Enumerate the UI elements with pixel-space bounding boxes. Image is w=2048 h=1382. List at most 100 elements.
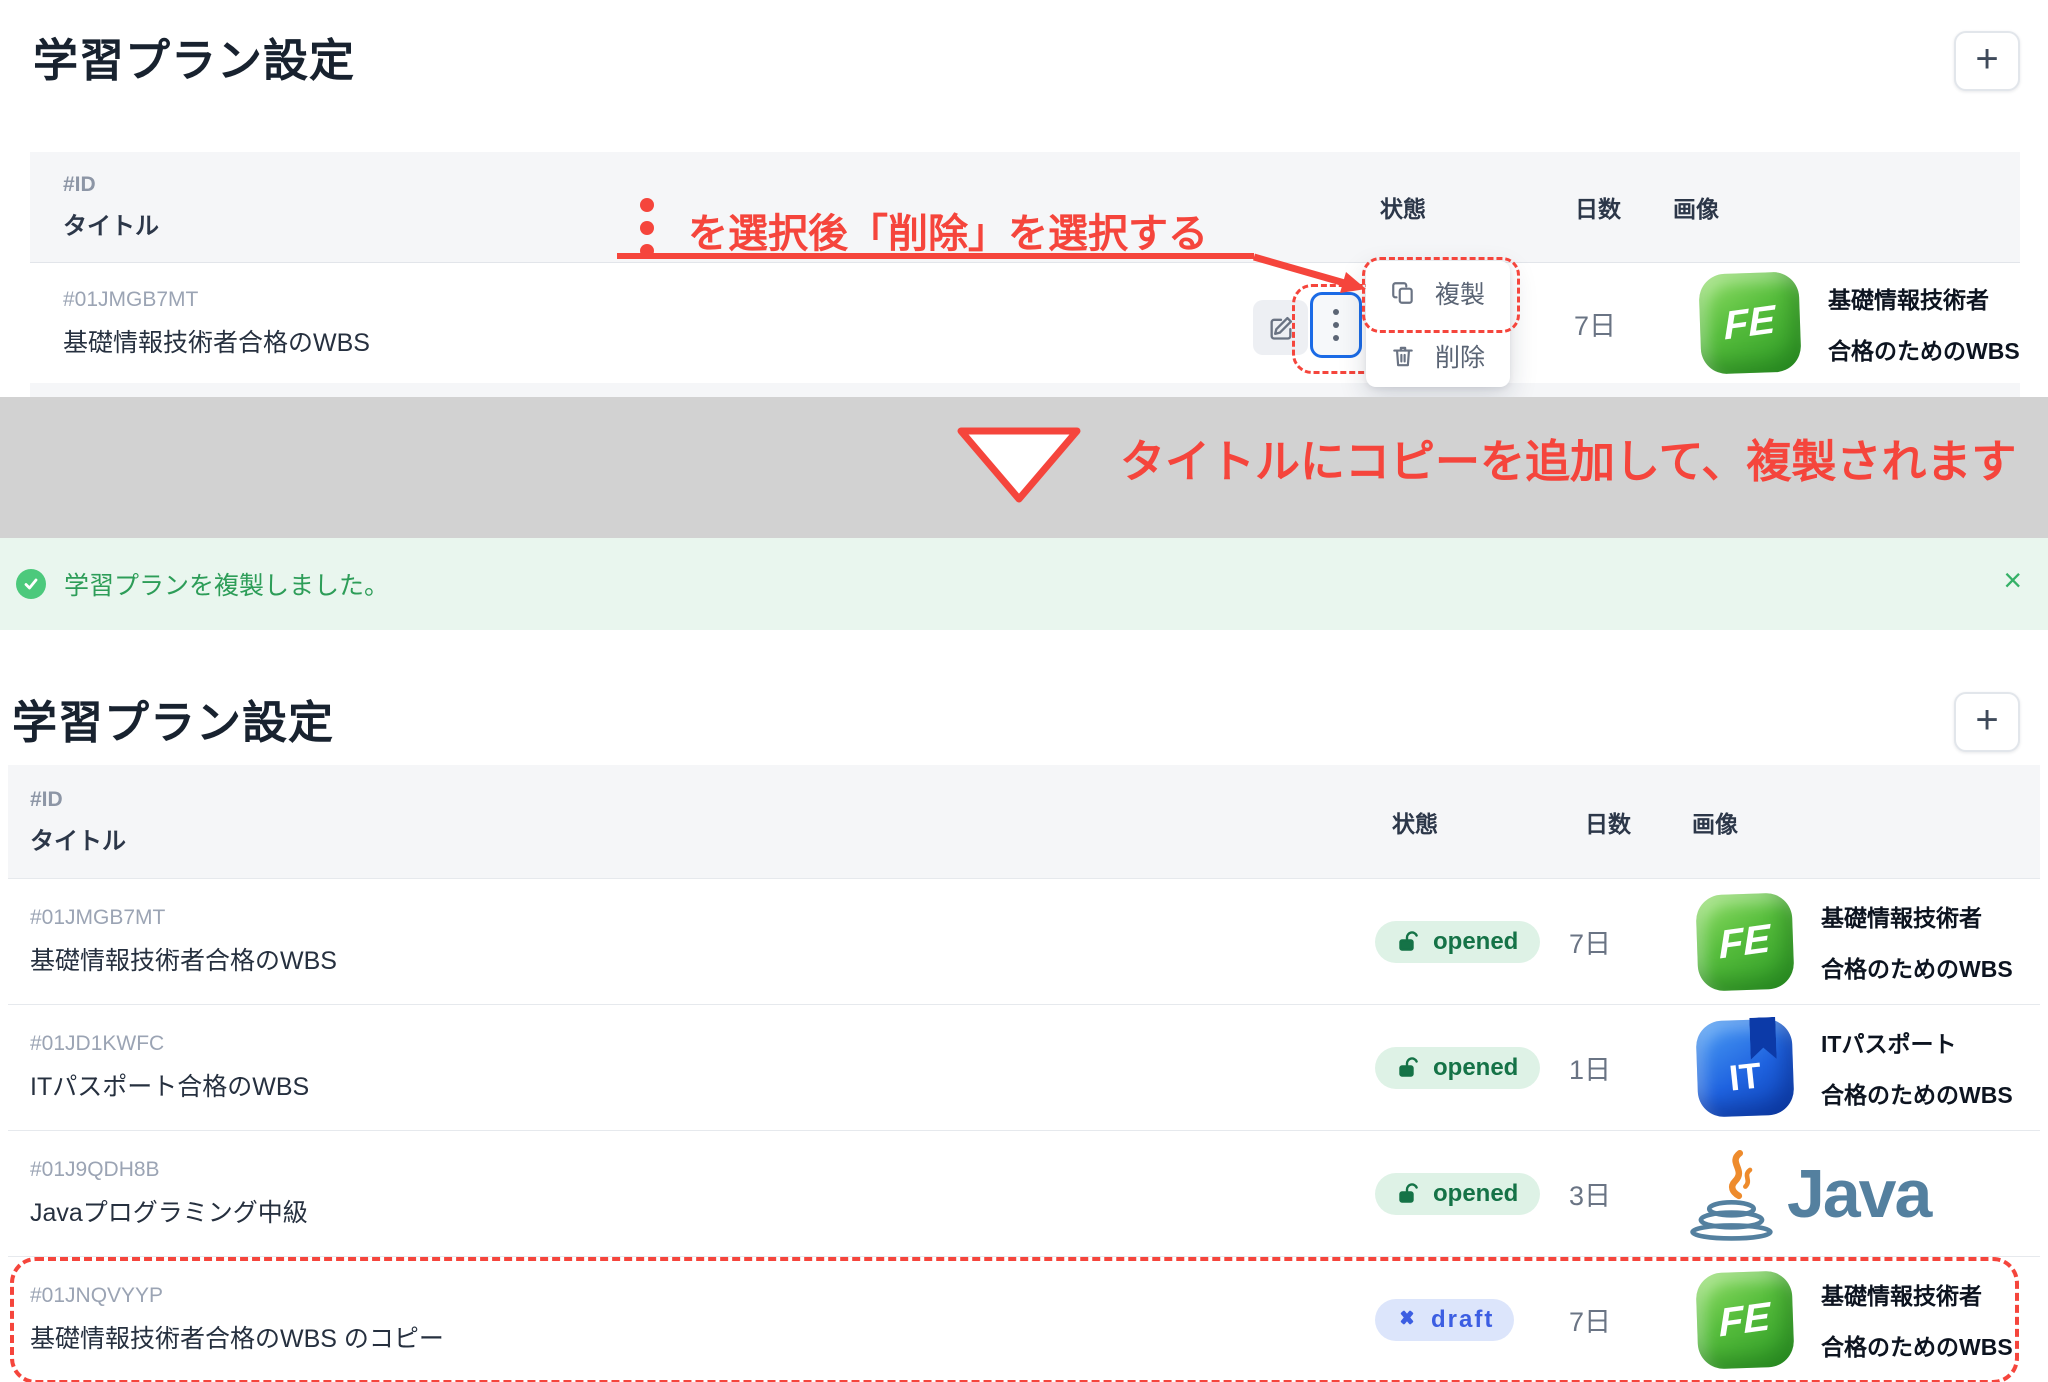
plan-image: Java — [1665, 1144, 2040, 1244]
plan-cell: #01JNQVYYP 基礎情報技術者合格のWBS のコピー — [30, 1284, 1375, 1355]
days-value: 7日 — [1565, 922, 1665, 961]
plan-id: #01J9QDH8B — [30, 1158, 1375, 1182]
lock-open-icon — [1397, 1182, 1421, 1206]
plans-table-before: #ID タイトル 状態 日数 画像 #01JMGB7MT 基礎情報技術者合格のW… — [30, 152, 2020, 397]
table-row: #01JNQVYYP 基礎情報技術者合格のWBS のコピー draft 7日 F… — [8, 1256, 2040, 1382]
plan-title: ITパスポート合格のWBS — [30, 1067, 1375, 1103]
plan-id: #01JMGB7MT — [63, 288, 1380, 312]
section-after: 学習プラン設定 + #ID タイトル 状態 日数 画像 #01JMGB7MT 基… — [0, 630, 2048, 1382]
image-caption-line1: 基礎情報技術者 — [1828, 281, 2020, 315]
days-value: 3日 — [1565, 1174, 1665, 1213]
toast-message: 学習プランを複製しました。 — [64, 566, 389, 602]
image-caption-line2: 合格のためのWBS — [1821, 1328, 2013, 1362]
table-row: #01JD1KWFC ITパスポート合格のWBS opened 1日 IT — [8, 1004, 2040, 1130]
toast-close-button[interactable]: × — [2003, 564, 2022, 596]
menu-item-delete[interactable]: 削除 — [1366, 324, 1510, 387]
add-plan-button[interactable]: + — [1954, 692, 2020, 752]
plans-table-after: #ID タイトル 状態 日数 画像 #01JMGB7MT 基礎情報技術者合格のW… — [8, 765, 2040, 1382]
kebab-menu-button[interactable] — [1310, 292, 1362, 358]
plan-image: FE 基礎情報技術者 合格のためのWBS — [1665, 1272, 2040, 1368]
plan-cell: #01JMGB7MT 基礎情報技術者合格のWBS — [30, 906, 1375, 977]
lock-open-icon — [1397, 930, 1421, 954]
status-badge: opened — [1375, 1047, 1540, 1089]
plan-cell: #01JMGB7MT 基礎情報技術者合格のWBS — [63, 288, 1380, 359]
status-label: opened — [1433, 1054, 1518, 1082]
plan-image: IT ITパスポート 合格のためのWBS — [1665, 1020, 2040, 1116]
column-image: 画像 — [1665, 805, 2040, 839]
success-toast: 学習プランを複製しました。 × — [0, 538, 2048, 630]
days-value: 1日 — [1565, 1048, 1665, 1087]
plan-title: Javaプログラミング中級 — [30, 1193, 1375, 1229]
edit-plan-button[interactable] — [1253, 300, 1308, 355]
table-row: #01JMGB7MT 基礎情報技術者合格のWBS 7日 FE 基礎情報技術者 合… — [30, 262, 2020, 383]
edit-icon — [1267, 314, 1295, 342]
plan-title: 基礎情報技術者合格のWBS — [63, 323, 1380, 359]
copy-icon — [1390, 280, 1416, 306]
plan-id: #01JNQVYYP — [30, 1284, 1375, 1308]
fe-letters: FE — [1719, 916, 1772, 968]
days-value: 7日 — [1570, 304, 1670, 343]
divider-band: タイトルにコピーを追加して、複製されます — [0, 397, 2048, 538]
java-wordmark: Java — [1787, 1155, 1930, 1233]
kebab-icon — [1333, 309, 1339, 341]
add-plan-button[interactable]: + — [1954, 31, 2020, 91]
plan-cell: #01J9QDH8B Javaプログラミング中級 — [30, 1158, 1375, 1229]
fe-letters: FE — [1724, 297, 1777, 349]
plan-title: 基礎情報技術者合格のWBS — [30, 941, 1375, 977]
page-title: 学習プラン設定 — [33, 24, 355, 89]
plan-title: 基礎情報技術者合格のWBS のコピー — [30, 1319, 1375, 1355]
plan-image: FE 基礎情報技術者 合格のためのWBS — [1665, 894, 2040, 990]
status-label: draft — [1431, 1306, 1494, 1334]
check-icon — [16, 569, 46, 599]
triangle-down-icon — [953, 423, 1085, 507]
status-badge: opened — [1375, 921, 1540, 963]
plus-icon: + — [1975, 700, 1998, 740]
image-caption-line1: ITパスポート — [1821, 1025, 2013, 1059]
status-badge: draft — [1375, 1299, 1514, 1341]
menu-item-duplicate-label: 複製 — [1435, 275, 1485, 311]
image-caption: 基礎情報技術者 合格のためのWBS — [1821, 1277, 2013, 1362]
fe-letters: FE — [1719, 1294, 1772, 1346]
plan-id: #01JD1KWFC — [30, 1032, 1375, 1056]
image-caption: 基礎情報技術者 合格のためのWBS — [1821, 899, 2013, 984]
column-status: 状態 — [1380, 190, 1570, 224]
context-menu: 複製 削除 — [1366, 261, 1510, 387]
plan-cell: #01JD1KWFC ITパスポート合格のWBS — [30, 1032, 1375, 1103]
table-footer-strip — [30, 383, 2020, 397]
annotation-text: を選択後「削除」を選択する — [688, 214, 1208, 254]
trash-icon — [1390, 343, 1416, 369]
java-logo-icon: Java — [1687, 1144, 1930, 1244]
column-id: #ID — [63, 173, 1380, 197]
image-caption-line2: 合格のためのWBS — [1821, 950, 2013, 984]
column-image: 画像 — [1670, 190, 2020, 224]
status-badge: opened — [1375, 1173, 1540, 1215]
image-caption: ITパスポート 合格のためのWBS — [1821, 1025, 2013, 1110]
fe-badge-icon: FE — [1695, 1270, 1794, 1369]
image-caption-line1: 基礎情報技術者 — [1821, 1277, 2013, 1311]
table-row: #01J9QDH8B Javaプログラミング中級 opened 3日 — [8, 1130, 2040, 1256]
table-header: #ID タイトル 状態 日数 画像 — [8, 765, 2040, 878]
column-status: 状態 — [1375, 805, 1565, 839]
status-cell: opened — [1375, 1173, 1565, 1215]
section-before: 学習プラン設定 + #ID タイトル 状態 日数 画像 #01JMGB7MT 基… — [0, 0, 2048, 397]
it-letters: IT — [1727, 1054, 1763, 1099]
plus-icon: + — [1975, 39, 1998, 79]
annotation-dot-icon — [640, 221, 654, 235]
status-cell: opened — [1375, 1047, 1565, 1089]
image-caption: 基礎情報技術者 合格のためのWBS — [1828, 281, 2020, 366]
fe-badge-icon: FE — [1698, 271, 1801, 374]
menu-item-delete-label: 削除 — [1435, 338, 1485, 374]
fe-badge-icon: FE — [1695, 892, 1794, 991]
lock-open-icon — [1397, 1056, 1421, 1080]
plan-id: #01JMGB7MT — [30, 906, 1375, 930]
page-title: 学習プラン設定 — [12, 686, 334, 751]
close-icon: × — [2003, 562, 2022, 598]
annotation-dot-icon — [640, 244, 654, 258]
annotation-dot-icon — [640, 198, 654, 212]
page: 学習プラン設定 + #ID タイトル 状態 日数 画像 #01JMGB7MT 基… — [0, 0, 2048, 1382]
status-cell: opened — [1375, 921, 1565, 963]
menu-item-duplicate[interactable]: 複製 — [1366, 261, 1510, 324]
column-days: 日数 — [1570, 190, 1670, 224]
pencils-icon — [1395, 1308, 1419, 1332]
header-id-title: #ID タイトル — [30, 788, 1375, 856]
